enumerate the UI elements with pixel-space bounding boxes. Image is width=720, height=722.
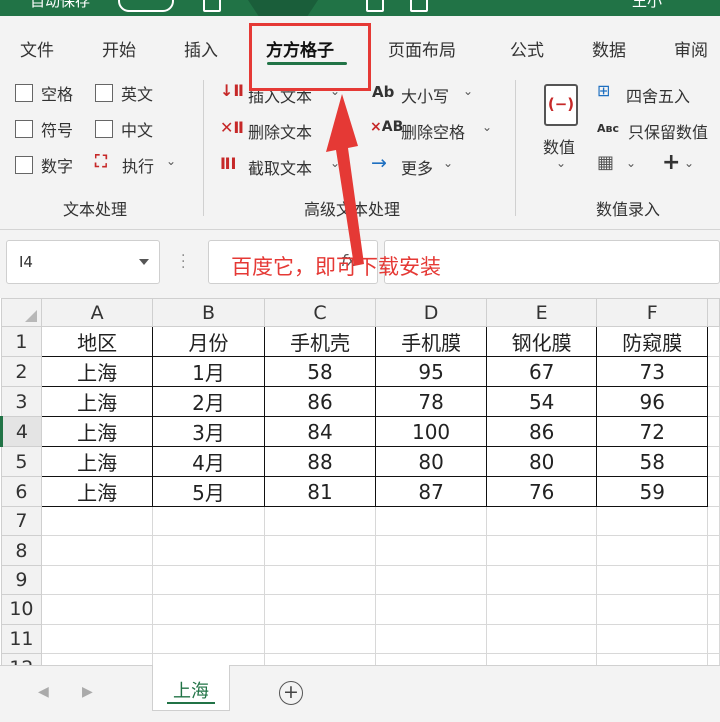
prev-sheet-icon[interactable]: ◀ — [38, 684, 49, 700]
sheet-tab-label: 上海 — [173, 681, 209, 702]
add-sheet-icon[interactable]: + — [279, 681, 303, 705]
next-sheet-icon[interactable]: ▶ — [82, 684, 93, 700]
sheet-tab-underline — [167, 702, 215, 704]
sheet-tab-shanghai[interactable]: 上海 — [152, 665, 230, 711]
annotation-arrow — [326, 94, 364, 266]
sheet-tab-bar — [0, 665, 720, 722]
